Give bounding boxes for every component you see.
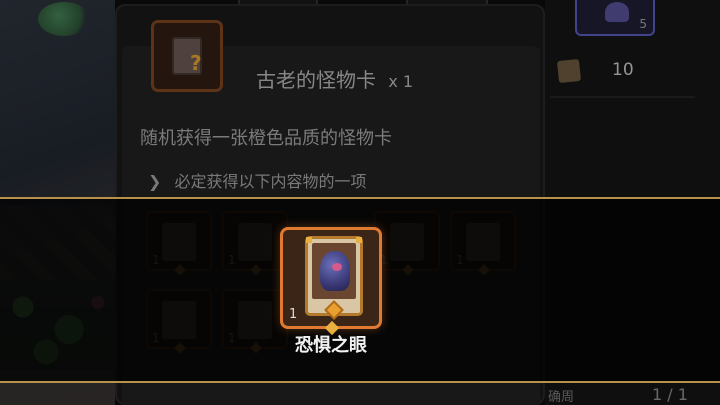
monster-eye bbox=[332, 263, 342, 271]
featured-reward-slot[interactable]: 1 bbox=[280, 227, 382, 336]
featured-count: 1 bbox=[289, 307, 298, 322]
rarity-emblem-icon bbox=[324, 300, 344, 320]
card-art bbox=[312, 243, 356, 299]
featured-reward-name: 恐惧之眼 bbox=[295, 335, 367, 356]
card-corner bbox=[306, 237, 312, 243]
monster-card-icon bbox=[305, 236, 363, 320]
monster-portrait-icon bbox=[320, 251, 350, 291]
card-corner bbox=[356, 237, 362, 243]
